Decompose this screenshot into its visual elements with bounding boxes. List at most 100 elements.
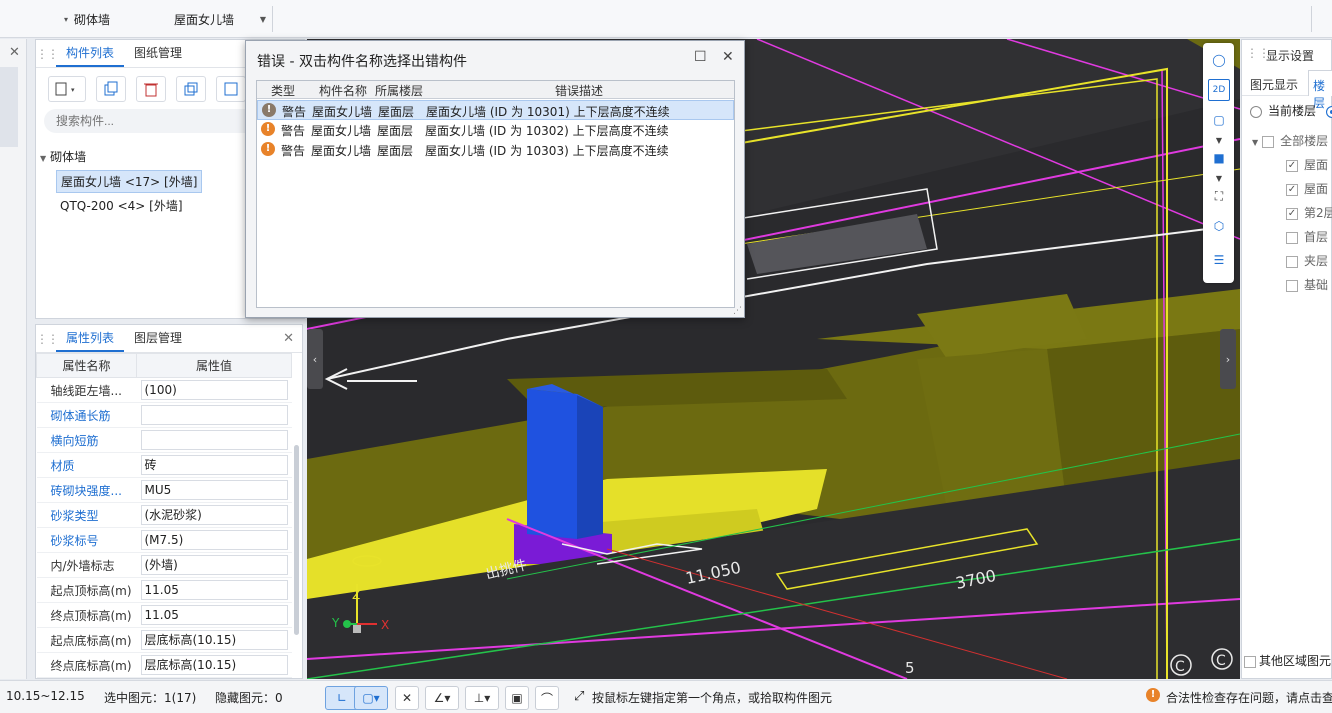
checkbox-icon[interactable] <box>1286 279 1298 292</box>
current-floor-radio[interactable]: 当前楼层 <box>1250 102 1332 119</box>
property-row[interactable]: 砂浆类型 (水泥砂浆) <box>36 502 292 528</box>
warning-icon[interactable]: ! <box>1146 688 1160 702</box>
radio-selected-icon[interactable] <box>1325 105 1332 118</box>
close-icon[interactable]: ✕ <box>722 49 734 65</box>
checkbox-icon[interactable] <box>1244 655 1256 668</box>
floor-item[interactable]: ✓ 第2层 <box>1286 204 1332 221</box>
close-icon[interactable]: ✕ <box>9 45 20 60</box>
orbit-icon[interactable]: ◯ <box>1208 49 1230 71</box>
column-floor: 所属楼层 <box>375 84 424 98</box>
duplicate-button[interactable] <box>176 76 206 102</box>
checkbox-icon[interactable] <box>1286 255 1298 268</box>
property-value-input[interactable] <box>140 405 288 425</box>
component-name-combo[interactable]: 屋面女儿墙 ▼ <box>168 8 272 30</box>
floor-item[interactable]: ✓ 屋面 <box>1286 180 1328 197</box>
error-cell-name: 屋面女儿墙 <box>311 124 372 138</box>
scrollbar[interactable] <box>294 445 299 635</box>
fit-view-icon[interactable]: ⛶ <box>1208 185 1230 207</box>
view-list-icon[interactable]: ☰ <box>1208 249 1230 271</box>
other-area-elements-check[interactable]: 其他区域图元 <box>1244 652 1331 669</box>
property-name: 起点底标高(m) <box>36 627 137 653</box>
property-row[interactable]: 砖砌块强度... MU5 <box>36 477 292 503</box>
property-row[interactable]: 轴线距左墙... (100) <box>36 377 292 403</box>
component-type-combo[interactable]: ▾ 砌体墙 <box>58 8 168 30</box>
property-row[interactable]: 起点顶标高(m) 11.05 <box>36 577 292 603</box>
property-value-input[interactable]: 层底标高(10.15) <box>140 630 288 650</box>
property-value-input[interactable]: 11.05 <box>140 605 288 625</box>
tab-layer-management[interactable]: 图层管理 <box>124 329 192 352</box>
maximize-icon[interactable]: ☐ <box>694 49 707 65</box>
offset-button[interactable]: ⊥▾ <box>465 686 499 710</box>
floor-item[interactable]: ✓ 屋面 <box>1286 156 1328 173</box>
property-row[interactable]: 终点顶标高(m) 11.05 <box>36 602 292 628</box>
cube-select-icon[interactable]: ⬡ <box>1208 215 1230 237</box>
floor-item[interactable]: 基础 <box>1286 276 1328 293</box>
property-value-input[interactable]: 层底标高(10.15) <box>140 655 288 675</box>
error-cell-type: 警告 <box>281 124 306 138</box>
tab-property-list[interactable]: 属性列表 <box>56 329 125 352</box>
tree-item-qtq200[interactable]: QTQ-200 <4> [外墙] <box>56 195 187 216</box>
2d-view-icon[interactable]: 2D <box>1208 79 1230 101</box>
error-row[interactable]: ! 警告 屋面女儿墙 屋面层 屋面女儿墙 (ID 为 10303) 上下层高度不连续 <box>257 140 734 160</box>
property-row[interactable]: 砌体通长筋 <box>36 402 292 428</box>
cross-select-button[interactable]: ✕ <box>395 686 419 710</box>
property-value-input[interactable]: 11.05 <box>140 580 288 600</box>
chevron-down-icon: ▼ <box>1252 138 1259 147</box>
property-name: 起点顶标高(m) <box>36 577 137 603</box>
property-row[interactable]: 横向短筋 <box>36 427 292 453</box>
checkbox-icon[interactable] <box>1286 231 1298 244</box>
tree-category-masonry[interactable]: ▼ 砌体墙 <box>40 148 86 165</box>
delete-button[interactable] <box>136 76 166 102</box>
checkbox-checked-icon[interactable]: ✓ <box>1286 159 1298 172</box>
property-value-input[interactable]: 砖 <box>140 455 288 475</box>
checkbox-icon[interactable] <box>1262 135 1275 148</box>
property-row[interactable]: 起点底标高(m) 层底标高(10.15) <box>36 627 292 653</box>
property-value-input[interactable]: MU5 <box>140 480 288 500</box>
error-row[interactable]: ! 警告 屋面女儿墙 屋面层 屋面女儿墙 (ID 为 10301) 上下层高度不连续 <box>257 100 734 120</box>
property-value-input[interactable]: (外墙) <box>140 555 288 575</box>
chevron-down-icon[interactable]: ▼ <box>40 154 46 163</box>
print-view-button[interactable]: ▣ <box>505 686 529 710</box>
property-value-input[interactable]: (100) <box>140 380 288 400</box>
validation-warning-text[interactable]: 合法性检查存在问题，请点击查 <box>1166 689 1332 706</box>
property-value-input[interactable] <box>140 430 288 450</box>
error-row[interactable]: ! 警告 屋面女儿墙 屋面层 屋面女儿墙 (ID 为 10302) 上下层高度不连续 <box>257 120 734 140</box>
tab-element-display[interactable]: 图元显示 <box>1250 76 1298 93</box>
curve-button[interactable]: ⌒ <box>535 686 559 710</box>
property-value-input[interactable]: (M7.5) <box>140 530 288 550</box>
property-row[interactable]: 终点底标高(m) 层底标高(10.15) <box>36 652 292 678</box>
error-cell-type: 警告 <box>281 144 306 158</box>
radio-icon[interactable] <box>1250 105 1262 118</box>
drag-grip-icon[interactable]: ⋮⋮ <box>36 47 59 61</box>
property-row[interactable]: 内/外墙标志 (外墙) <box>36 552 292 578</box>
property-value-cell: 砖 <box>136 452 292 478</box>
resize-grip-icon[interactable]: ⋰ <box>733 306 742 316</box>
close-icon[interactable]: ✕ <box>283 331 294 346</box>
tab-component-list[interactable]: 构件列表 <box>56 44 125 67</box>
floor-item[interactable]: 夹层 <box>1286 252 1328 269</box>
tab-drawing-management[interactable]: 图纸管理 <box>124 44 192 67</box>
solid-box-icon[interactable]: ■ <box>1208 147 1230 169</box>
property-row[interactable]: 砂浆标号 (M7.5) <box>36 527 292 553</box>
property-row[interactable]: 材质砖 <box>36 452 292 478</box>
tab-floors[interactable]: 楼层 <box>1308 70 1332 110</box>
new-component-button[interactable]: ▾ <box>48 76 86 102</box>
collapse-left-handle[interactable]: ‹ <box>307 329 323 389</box>
drag-grip-icon[interactable]: ⋮⋮ <box>36 332 59 346</box>
nav-collapse-bar[interactable] <box>0 67 18 147</box>
select-mode-button[interactable]: ▢▾ <box>354 686 388 710</box>
copy-button[interactable] <box>96 76 126 102</box>
checkbox-checked-icon[interactable]: ✓ <box>1286 183 1298 196</box>
3d-box-icon[interactable]: ▢ <box>1208 109 1230 131</box>
property-name: 砌体通长筋 <box>36 402 137 428</box>
floor-item[interactable]: 首层 <box>1286 228 1328 245</box>
tree-item-parapet[interactable]: 屋面女儿墙 <17> [外墙] <box>56 170 203 193</box>
angle-snap-button[interactable]: ∠▾ <box>425 686 459 710</box>
property-name: 砂浆类型 <box>36 502 137 528</box>
checkbox-checked-icon[interactable]: ✓ <box>1286 207 1298 220</box>
property-value-input[interactable]: (水泥砂浆) <box>140 505 288 525</box>
collapse-right-handle[interactable]: › <box>1220 329 1236 389</box>
floor-all[interactable]: ▼ 全部楼层 <box>1252 132 1328 149</box>
dialog-title: 错误 - 双击构件名称选择出错构件 <box>257 54 467 70</box>
more-tools-button[interactable] <box>216 76 246 102</box>
